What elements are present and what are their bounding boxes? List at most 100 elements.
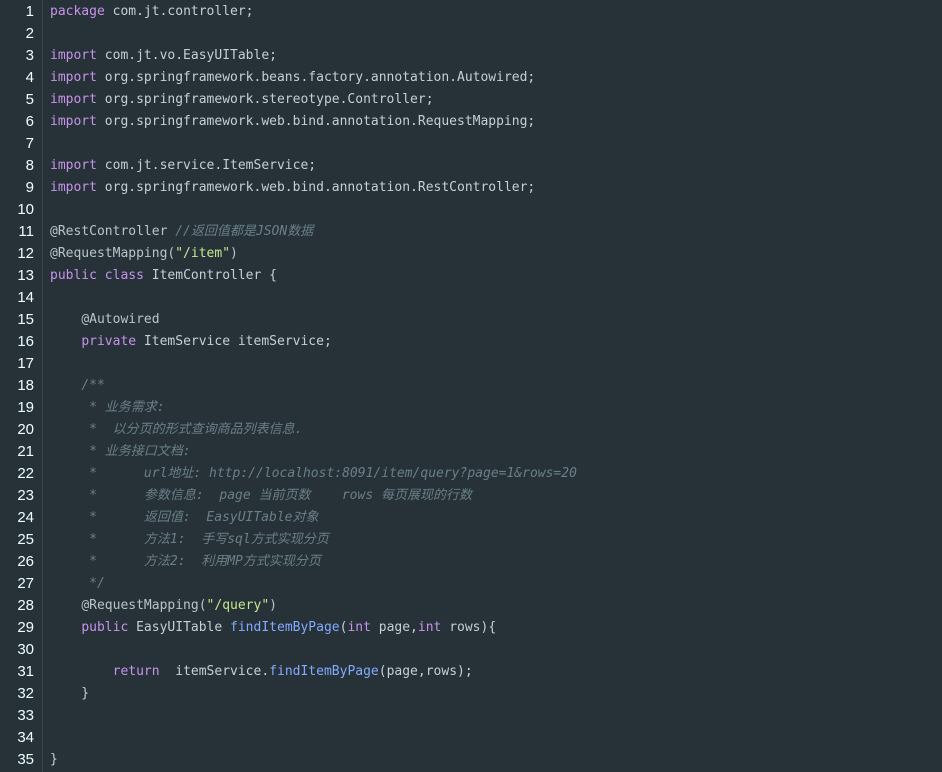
code-token: findItemByPage bbox=[269, 664, 379, 679]
code-token: import bbox=[50, 158, 97, 173]
code-line[interactable]: * 业务接口文档: bbox=[50, 441, 942, 463]
line-number: 34 bbox=[17, 729, 34, 746]
code-line[interactable]: import org.springframework.beans.factory… bbox=[50, 67, 942, 89]
code-token: private bbox=[81, 334, 137, 349]
code-line[interactable]: * 返回值: EasyUITable对象 bbox=[50, 507, 942, 529]
code-line[interactable]: * 参数信息: page 当前页数 rows 每页展现的行数 bbox=[50, 485, 942, 507]
code-token: org.springframework.web.bind.annotation.… bbox=[96, 114, 536, 129]
code-token: package bbox=[50, 4, 105, 19]
code-line[interactable]: * 以分页的形式查询商品列表信息. bbox=[50, 419, 942, 441]
line-number: 16 bbox=[17, 333, 34, 350]
code-line[interactable] bbox=[50, 287, 942, 309]
code-line[interactable]: public class ItemController { bbox=[50, 265, 942, 287]
line-number: 26 bbox=[17, 553, 34, 570]
code-line[interactable] bbox=[50, 133, 942, 155]
code-line[interactable]: private ItemService itemService; bbox=[50, 331, 942, 353]
code-token: import bbox=[50, 92, 97, 107]
code-area[interactable]: package com.jt.controller; import com.jt.… bbox=[43, 0, 942, 772]
code-line[interactable]: * 业务需求: bbox=[50, 397, 942, 419]
code-token: EasyUITable bbox=[128, 620, 231, 635]
line-number: 15 bbox=[17, 311, 34, 328]
code-line[interactable]: public EasyUITable findItemByPage(int pa… bbox=[50, 617, 942, 639]
code-line[interactable]: return itemService.findItemByPage(page,r… bbox=[50, 661, 942, 683]
line-number: 28 bbox=[17, 597, 34, 614]
code-token: //返回值都是JSON数据 bbox=[175, 224, 314, 239]
code-token: com.jt.vo.EasyUITable; bbox=[96, 48, 277, 63]
code-line[interactable]: import org.springframework.web.bind.anno… bbox=[50, 177, 942, 199]
code-token: import bbox=[50, 48, 97, 63]
line-number: 13 bbox=[17, 267, 34, 284]
line-number: 35 bbox=[17, 751, 34, 768]
code-line[interactable]: * 方法1: 手写sql方式实现分页 bbox=[50, 529, 942, 551]
code-token: itemService. bbox=[159, 664, 270, 679]
code-token: * 返回值: EasyUITable对象 bbox=[50, 510, 319, 525]
code-line[interactable]: @RestController //返回值都是JSON数据 bbox=[50, 221, 942, 243]
line-number: 22 bbox=[17, 465, 34, 482]
line-number-gutter: 1 2 3 4 5 6 7 8 9 10 11 12 13 14 15 16 17 18 19 20 21 22 23 24 2… bbox=[0, 0, 43, 772]
code-line[interactable] bbox=[50, 639, 942, 661]
code-token: org.springframework.web.bind.annotation.… bbox=[96, 180, 536, 195]
code-line[interactable]: import com.jt.service.ItemService; bbox=[50, 155, 942, 177]
code-line[interactable]: } bbox=[50, 683, 942, 705]
code-token: * url地址: http://localhost:8091/item/quer… bbox=[50, 466, 577, 481]
line-number: 14 bbox=[17, 289, 34, 306]
code-token: public bbox=[50, 268, 97, 283]
code-token: */ bbox=[50, 576, 105, 591]
code-line[interactable]: /** bbox=[50, 375, 942, 397]
code-token: @RequestMapping( bbox=[81, 598, 207, 613]
code-line[interactable]: * url地址: http://localhost:8091/item/quer… bbox=[50, 463, 942, 485]
code-line[interactable]: import org.springframework.stereotype.Co… bbox=[50, 89, 942, 111]
code-line[interactable]: @RequestMapping("/query") bbox=[50, 595, 942, 617]
code-token: * 业务需求: bbox=[50, 400, 165, 415]
code-line[interactable]: */ bbox=[50, 573, 942, 595]
code-line[interactable]: } bbox=[50, 749, 942, 771]
code-line[interactable]: @Autowired bbox=[50, 309, 942, 331]
code-token: /** bbox=[81, 378, 105, 393]
code-token: * 以分页的形式查询商品列表信息. bbox=[50, 422, 303, 437]
code-line[interactable] bbox=[50, 727, 942, 749]
line-number: 1 bbox=[25, 3, 34, 20]
code-token: org.springframework.beans.factory.annota… bbox=[96, 70, 536, 85]
code-editor[interactable]: 1 2 3 4 5 6 7 8 9 10 11 12 13 14 15 16 17 18 19 20 21 22 23 24 2… bbox=[0, 0, 942, 772]
line-number: 25 bbox=[17, 531, 34, 548]
code-line[interactable]: package com.jt.controller; bbox=[50, 1, 942, 23]
code-token: rows){ bbox=[441, 620, 497, 635]
code-line[interactable]: import com.jt.vo.EasyUITable; bbox=[50, 45, 942, 67]
code-token: @Autowired bbox=[81, 312, 160, 327]
code-token: findItemByPage bbox=[230, 620, 340, 635]
line-number: 24 bbox=[17, 509, 34, 526]
code-token: * 方法2: 利用MP方式实现分页 bbox=[50, 554, 321, 569]
code-token: class bbox=[104, 268, 144, 283]
code-token: ItemService itemService; bbox=[136, 334, 332, 349]
code-token: } bbox=[50, 752, 58, 767]
line-number: 19 bbox=[17, 399, 34, 416]
code-line[interactable]: @RequestMapping("/item") bbox=[50, 243, 942, 265]
line-number: 6 bbox=[25, 113, 34, 130]
code-token: (page,rows); bbox=[378, 664, 473, 679]
code-line[interactable] bbox=[50, 705, 942, 727]
code-line[interactable] bbox=[50, 199, 942, 221]
line-number: 20 bbox=[17, 421, 34, 438]
code-token: com.jt.controller; bbox=[104, 4, 254, 19]
line-number: 30 bbox=[17, 641, 34, 658]
code-line[interactable] bbox=[50, 23, 942, 45]
line-number: 31 bbox=[17, 663, 34, 680]
code-token: } bbox=[50, 686, 90, 701]
code-token: @RestController bbox=[50, 224, 168, 239]
code-line[interactable]: import org.springframework.web.bind.anno… bbox=[50, 111, 942, 133]
line-number: 8 bbox=[25, 157, 34, 174]
code-token: org.springframework.stereotype.Controlle… bbox=[96, 92, 434, 107]
code-line[interactable] bbox=[50, 353, 942, 375]
code-token: "/item" bbox=[175, 246, 231, 261]
code-token: @RequestMapping( bbox=[50, 246, 176, 261]
line-number: 10 bbox=[17, 201, 34, 218]
line-number: 2 bbox=[25, 25, 34, 42]
code-line[interactable]: * 方法2: 利用MP方式实现分页 bbox=[50, 551, 942, 573]
line-number: 33 bbox=[17, 707, 34, 724]
